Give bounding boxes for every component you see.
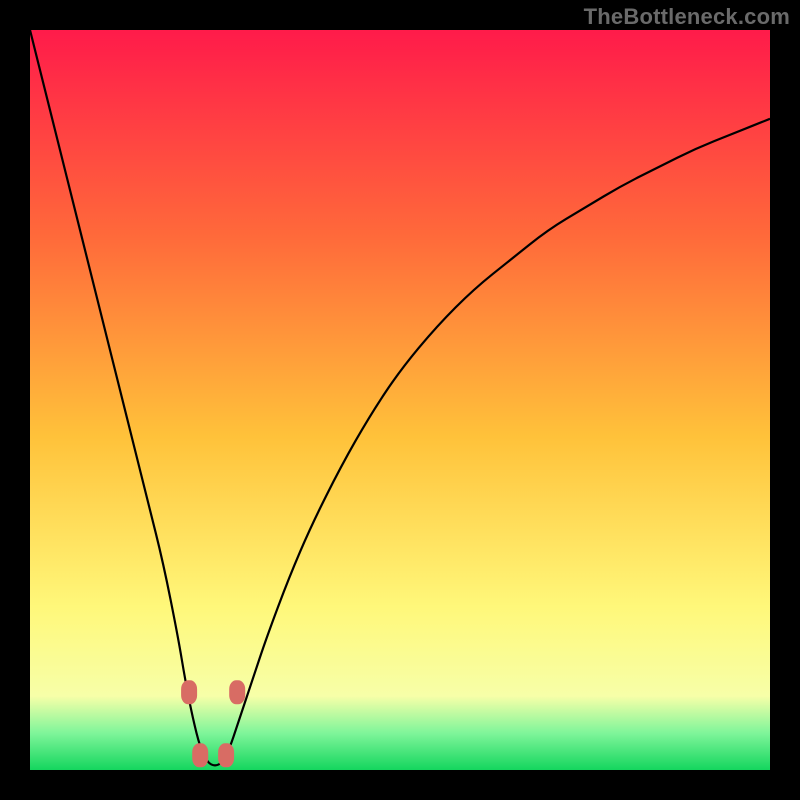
plot-area — [30, 30, 770, 770]
range-marker — [192, 743, 208, 767]
range-marker — [218, 743, 234, 767]
watermark-text: TheBottleneck.com — [584, 4, 790, 30]
chart-stage: TheBottleneck.com — [0, 0, 800, 800]
gradient-background — [30, 30, 770, 770]
range-marker — [229, 680, 245, 704]
bottleneck-chart — [30, 30, 770, 770]
range-marker — [181, 680, 197, 704]
